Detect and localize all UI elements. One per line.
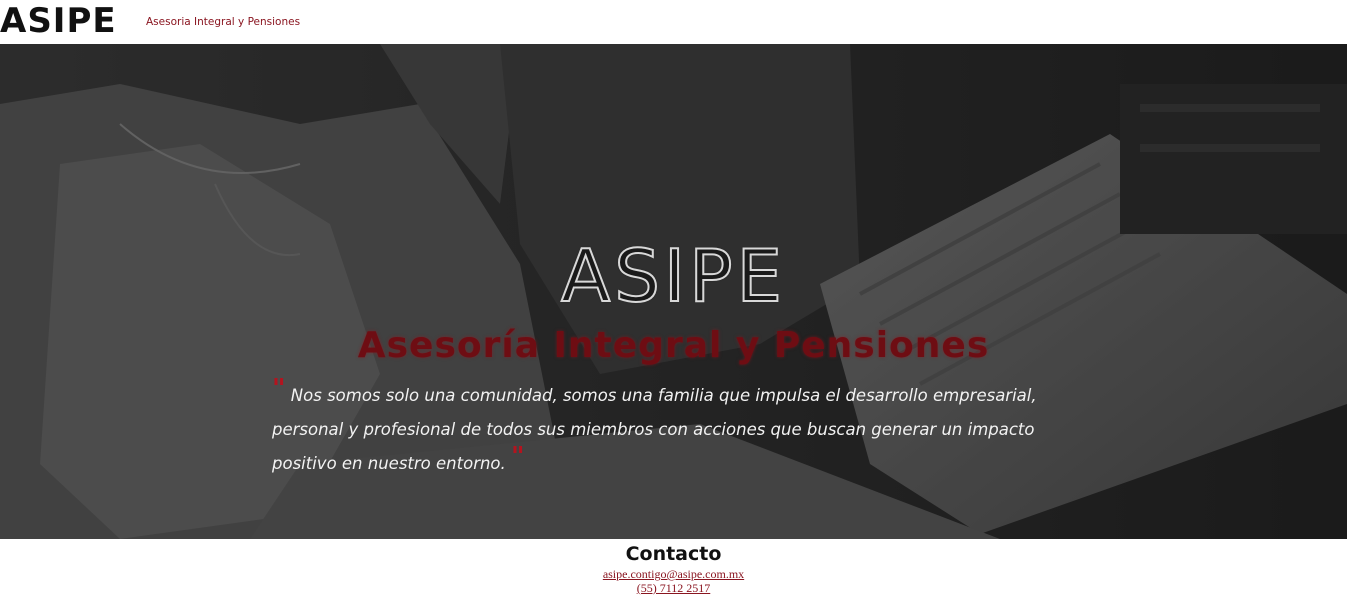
quote-open-mark: " — [272, 374, 286, 404]
contact-section: Contacto asipe.contigo@asipe.com.mx (55)… — [0, 539, 1347, 600]
quote-text: Nos somos solo una comunidad, somos una … — [272, 386, 1037, 473]
hero-banner: ASIPE Asesoría Integral y Pensiones " No… — [0, 44, 1347, 539]
hero-title: ASIPE — [560, 234, 787, 318]
logo-tagline: Asesoria Integral y Pensiones — [146, 16, 301, 28]
logo[interactable]: ASIPE — [0, 2, 117, 40]
contact-title: Contacto — [625, 543, 722, 565]
mission-quote: " Nos somos solo una comunidad, somos un… — [272, 376, 1102, 481]
hero-subtitle: Asesoría Integral y Pensiones — [357, 325, 990, 366]
contact-phone-link[interactable]: (55) 7112 2517 — [0, 581, 1347, 595]
contact-email-link[interactable]: asipe.contigo@asipe.com.mx — [0, 567, 1347, 581]
site-header: ASIPE Asesoria Integral y Pensiones — [0, 0, 1347, 44]
quote-close-mark: " — [511, 442, 525, 472]
